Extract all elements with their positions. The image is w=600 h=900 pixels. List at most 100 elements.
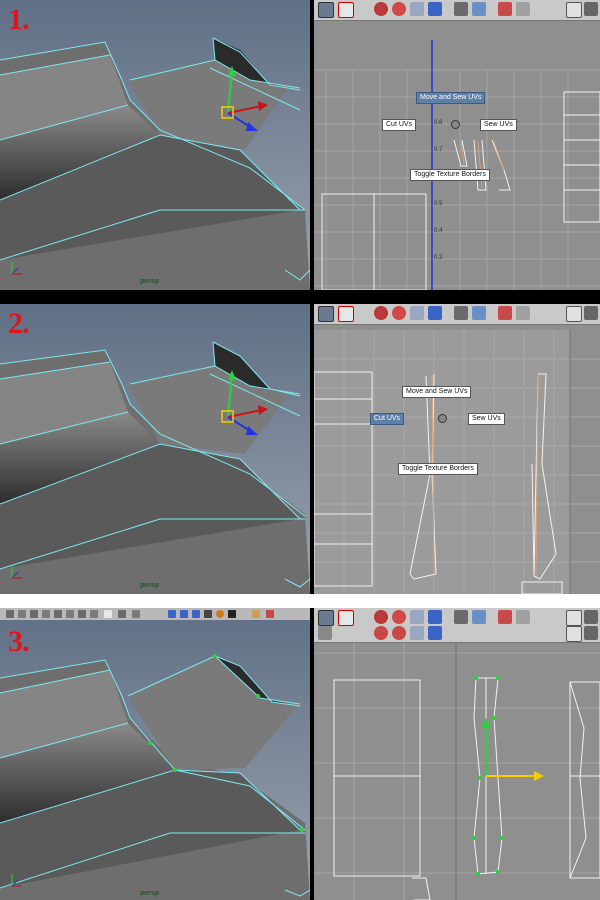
axis-gizmo-icon (11, 262, 22, 275)
marking-menu-center (438, 414, 447, 423)
flip-icon[interactable] (410, 626, 424, 640)
grid-icon[interactable] (566, 2, 582, 18)
perspective-viewport[interactable]: 1. persp (0, 0, 310, 290)
ipr-icon[interactable] (338, 306, 354, 322)
uv-texture-editor[interactable] (314, 608, 600, 900)
layout-icon[interactable] (498, 2, 512, 16)
axis-gizmo-icon (11, 566, 22, 579)
shelf-icon[interactable] (228, 610, 236, 618)
checker-icon[interactable] (584, 2, 598, 16)
marking-menu-sew-uvs[interactable]: Sew UVs (480, 119, 517, 131)
shelf-icon[interactable] (66, 610, 74, 618)
cut-icon[interactable] (454, 2, 468, 16)
snap-icon[interactable] (374, 306, 388, 320)
uv-texture-editor[interactable]: Move and Sew UVs Cut UVs Sew UVs Toggle … (314, 304, 600, 594)
layout-icon[interactable] (498, 610, 512, 624)
marking-menu-move-sew-uvs[interactable]: Move and Sew UVs (416, 92, 486, 104)
grid-icon[interactable] (566, 306, 582, 322)
ipr-icon[interactable] (338, 610, 354, 626)
step-number: 3. (8, 625, 29, 658)
move-icon[interactable] (428, 610, 442, 624)
shelf-icon[interactable] (42, 610, 50, 618)
viewport-3d-scene (0, 0, 310, 290)
rotate-icon[interactable] (392, 306, 406, 320)
uv-tick: 0.8 (434, 120, 443, 126)
step-1-panel: 1. persp 0.8 0.7 0.5 0.4 0.3 Move and Se… (0, 0, 600, 290)
grid-icon[interactable] (566, 610, 582, 626)
shelf-icon[interactable] (168, 610, 176, 618)
cut-icon[interactable] (454, 306, 468, 320)
render-icon[interactable] (318, 2, 334, 18)
uv-editor-toolbar (314, 0, 600, 21)
viewport-3d-scene (0, 608, 310, 900)
shelf-icon[interactable] (118, 610, 126, 618)
shelf-icon[interactable] (192, 610, 200, 618)
grid-icon[interactable] (566, 626, 582, 642)
perspective-viewport[interactable]: 3. persp (0, 608, 310, 900)
snap-icon[interactable] (374, 626, 388, 640)
uv-grid-canvas (314, 304, 600, 594)
marking-menu-sew-uvs[interactable]: Sew UVs (468, 413, 505, 425)
flip-icon[interactable] (410, 306, 424, 320)
move-icon[interactable] (428, 626, 442, 640)
uv-texture-editor[interactable]: 0.8 0.7 0.6 0.5 0.4 0.3 Move and Sew UVs… (314, 0, 600, 290)
axis-gizmo-icon (11, 874, 22, 887)
snap-icon[interactable] (374, 610, 388, 624)
viewport-camera-label: persp (140, 582, 160, 589)
shelf-icon[interactable] (216, 610, 224, 618)
perspective-viewport[interactable]: 2. persp (0, 304, 310, 594)
uv-editor-toolbar (314, 304, 600, 325)
sew-icon[interactable] (472, 306, 486, 320)
checker-icon[interactable] (584, 306, 598, 320)
shelf-icon[interactable] (132, 610, 140, 618)
panel-gap (0, 290, 600, 304)
sew-icon[interactable] (472, 2, 486, 16)
rotate-icon[interactable] (392, 626, 406, 640)
shelf-icon[interactable] (252, 610, 260, 618)
shelf-icon[interactable] (180, 610, 188, 618)
marking-menu-cut-uvs[interactable]: Cut UVs (382, 119, 417, 131)
cut-icon[interactable] (454, 610, 468, 624)
uv-tick: 0.4 (434, 228, 443, 234)
shelf-icon[interactable] (18, 610, 26, 618)
marking-menu-move-sew-uvs[interactable]: Move and Sew UVs (402, 386, 472, 398)
render-icon[interactable] (318, 610, 334, 626)
main-shelf-strip (0, 608, 310, 620)
step-number: 1. (8, 3, 29, 36)
unfold-icon[interactable] (516, 2, 530, 16)
move-icon[interactable] (428, 2, 442, 16)
snap-icon[interactable] (374, 2, 388, 16)
marking-menu-toggle-texture-borders[interactable]: Toggle Texture Borders (398, 463, 478, 475)
unfold-icon[interactable] (516, 610, 530, 624)
layout-icon[interactable] (498, 306, 512, 320)
checker-icon[interactable] (584, 626, 598, 640)
flip-icon[interactable] (410, 2, 424, 16)
shelf-icon[interactable] (90, 610, 98, 618)
flip-icon[interactable] (410, 610, 424, 624)
rotate-icon[interactable] (392, 610, 406, 624)
move-icon[interactable] (428, 306, 442, 320)
step-number: 2. (8, 307, 29, 340)
shelf-icon[interactable] (30, 610, 38, 618)
shelf-icon[interactable] (266, 610, 274, 618)
shelf-icon[interactable] (6, 610, 14, 618)
marking-menu-center (451, 120, 460, 129)
rotate-icon[interactable] (392, 2, 406, 16)
sew-icon[interactable] (472, 610, 486, 624)
shelf-icon[interactable] (78, 610, 86, 618)
shelf-icon[interactable] (204, 610, 212, 618)
uv-tick: 0.5 (434, 201, 443, 207)
shelf-icon[interactable] (54, 610, 62, 618)
uv-editor-toolbar (314, 608, 600, 643)
render-icon[interactable] (318, 306, 334, 322)
step-3-panel: 3. persp (0, 608, 600, 900)
unfold-icon[interactable] (516, 306, 530, 320)
ipr-icon[interactable] (338, 2, 354, 18)
marking-menu-cut-uvs[interactable]: Cut UVs (370, 413, 405, 425)
render-icon[interactable] (318, 626, 332, 640)
viewport-3d-scene (0, 304, 310, 594)
panel-gap (0, 594, 600, 608)
shelf-icon[interactable] (104, 610, 112, 618)
checker-icon[interactable] (584, 610, 598, 624)
marking-menu-toggle-texture-borders[interactable]: Toggle Texture Borders (410, 169, 490, 181)
